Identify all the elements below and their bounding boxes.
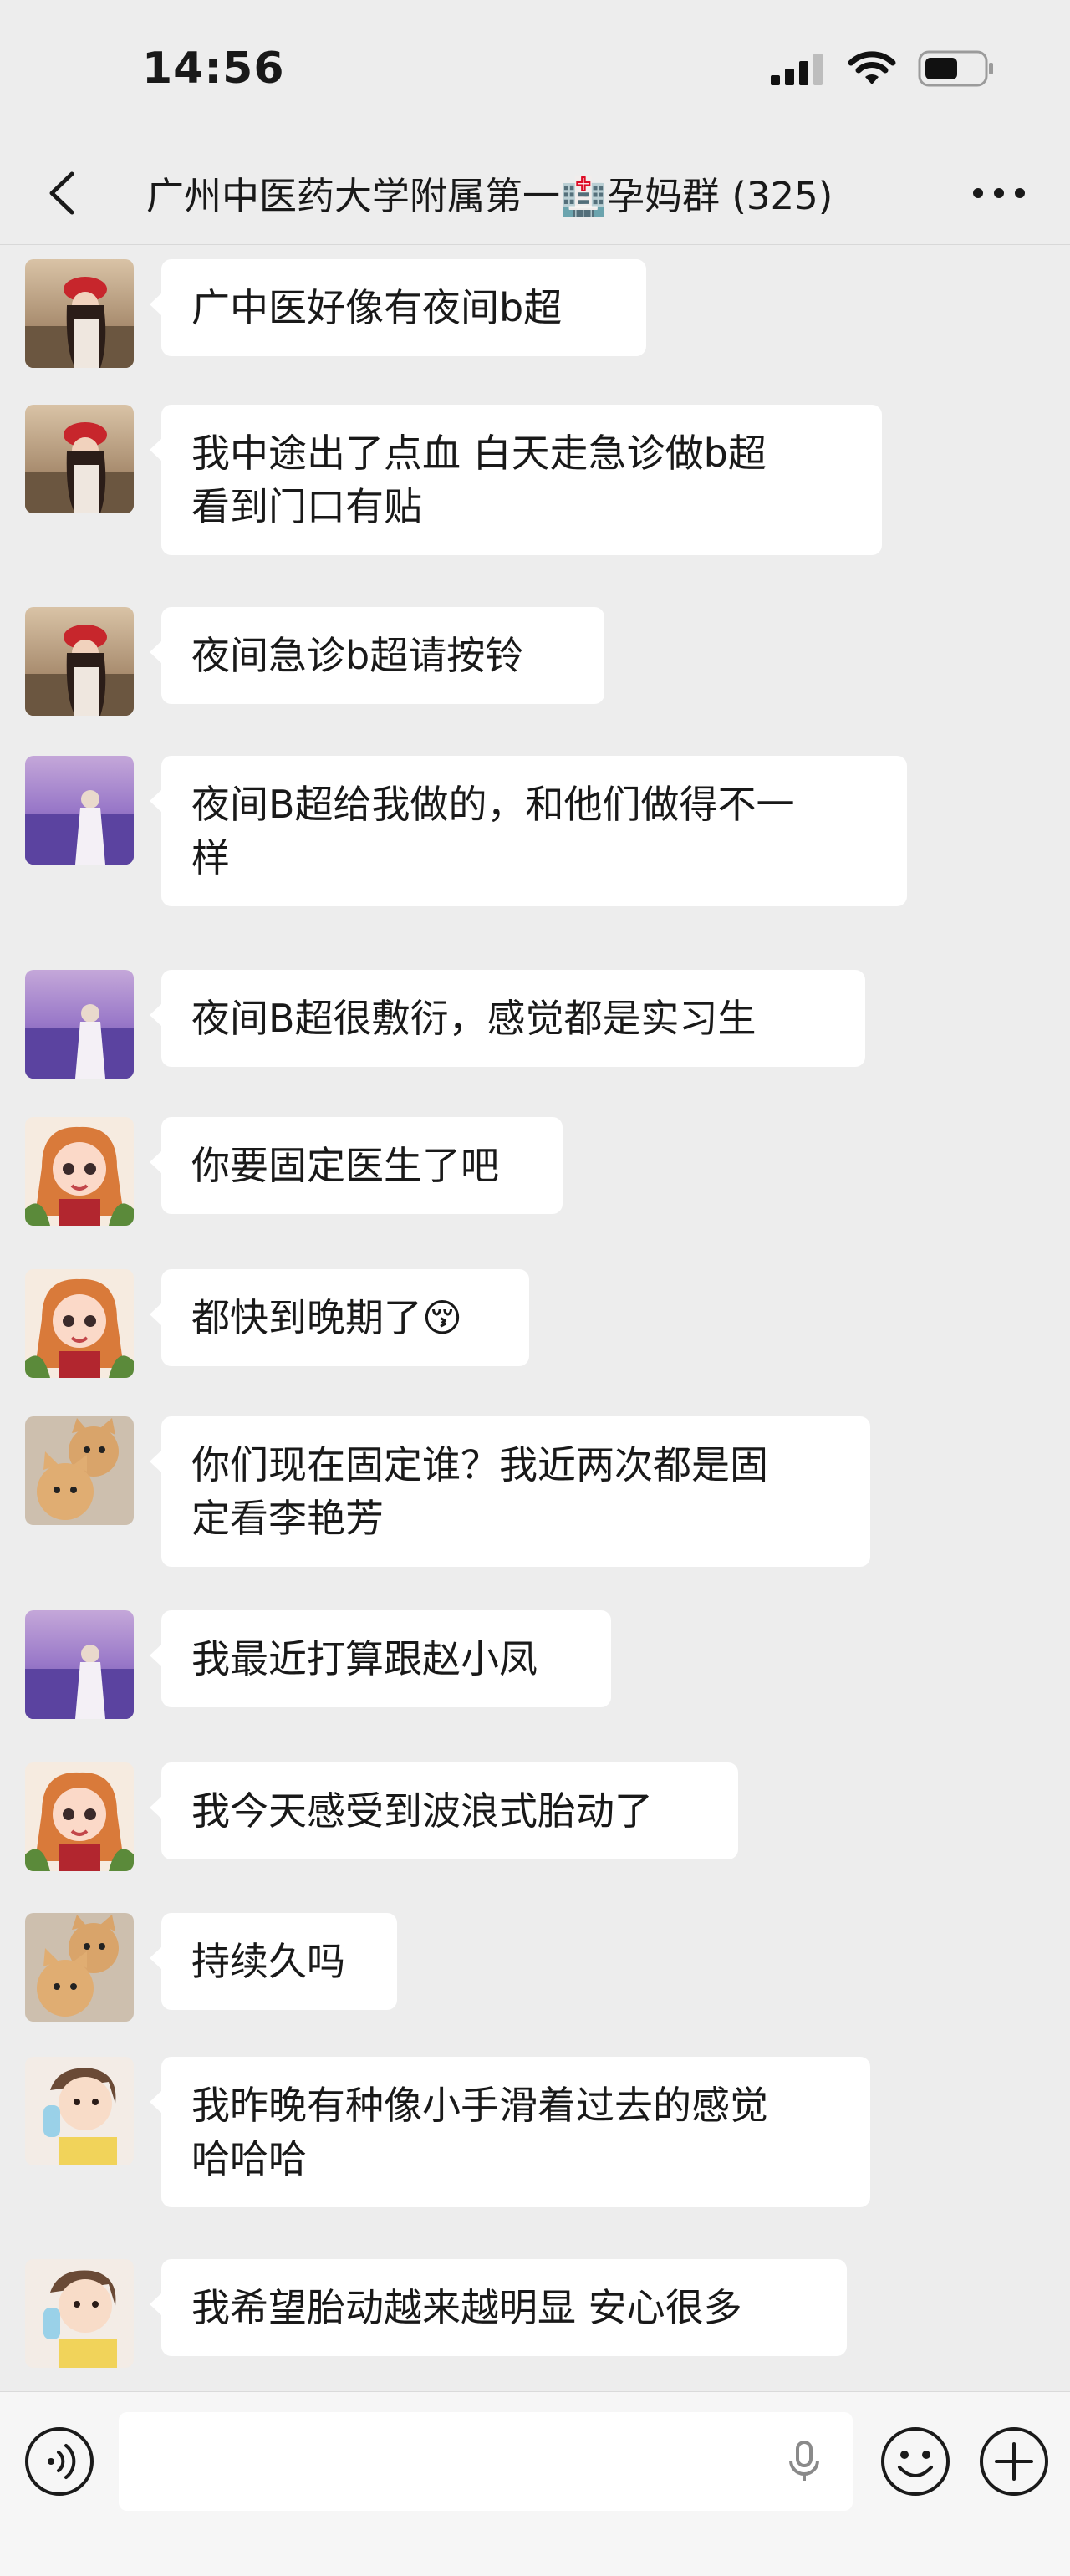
microphone-icon[interactable] [779, 2436, 829, 2486]
message-bubble[interactable]: 都快到晚期了😚 [150, 1269, 529, 1366]
message-text: 样 [191, 835, 230, 880]
back-arrow-icon[interactable] [35, 164, 94, 222]
status-bar: 14:56 [0, 0, 1070, 142]
plus-icon[interactable] [978, 2426, 1050, 2497]
message-text: 都快到晚期了😚 [191, 1295, 462, 1340]
message-text: 我今天感受到波浪式胎动了 [191, 1788, 653, 1834]
red-beret-girl-avatar[interactable] [25, 607, 134, 716]
signal-icon [771, 54, 823, 85]
voice-icon[interactable] [23, 2426, 95, 2497]
message-bubble[interactable]: 夜间B超很敷衍，感觉都是实习生 [150, 970, 865, 1067]
more-options-icon[interactable] [961, 164, 1037, 222]
message-text: 你们现在固定谁？我近两次都是固 [191, 1442, 768, 1487]
cartoon-girl-avatar[interactable] [25, 1117, 134, 1226]
message-bubble[interactable]: 我昨晚有种像小手滑着过去的感觉 哈哈哈 [150, 2057, 870, 2207]
message-input[interactable] [119, 2412, 853, 2511]
cats-avatar[interactable] [25, 1416, 134, 1525]
message-text: 我中途出了点血 白天走急诊做b超 [191, 431, 767, 476]
message-text: 你要固定医生了吧 [191, 1143, 499, 1188]
message-text: 我最近打算跟赵小凤 [191, 1636, 538, 1681]
baby-girl-avatar[interactable] [25, 2259, 134, 2368]
message-bubble[interactable]: 你们现在固定谁？我近两次都是固 定看李艳芳 [150, 1416, 870, 1567]
message-text: 看到门口有贴 [191, 484, 422, 529]
message-text: 夜间急诊b超请按铃 [191, 633, 524, 678]
message-text: 夜间B超给我做的，和他们做得不一 [191, 782, 795, 827]
message-text: 哈哈哈 [191, 2136, 307, 2181]
battery-icon [918, 50, 993, 87]
message-text: 广中医好像有夜间b超 [191, 285, 563, 330]
red-beret-girl-avatar[interactable] [25, 259, 134, 368]
message-text: 持续久吗 [191, 1939, 345, 1984]
message-text: 夜间B超很敷衍，感觉都是实习生 [191, 996, 757, 1041]
message-bubble[interactable]: 我中途出了点血 白天走急诊做b超 看到门口有贴 [150, 405, 882, 555]
lavender-field-avatar[interactable] [25, 970, 134, 1079]
cartoon-girl-avatar[interactable] [25, 1269, 134, 1378]
emoji-icon[interactable] [879, 2426, 951, 2497]
message-text: 定看李艳芳 [191, 1496, 384, 1541]
cartoon-girl-avatar[interactable] [25, 1762, 134, 1871]
chat-title: 广州中医药大学附属第一🏥孕妈群 (325) [146, 174, 833, 218]
message-bubble[interactable]: 夜间急诊b超请按铃 [150, 607, 604, 704]
message-bubble[interactable]: 我希望胎动越来越明显 安心很多 [150, 2259, 847, 2356]
message-bubble[interactable]: 夜间B超给我做的，和他们做得不一 样 [150, 756, 907, 906]
message-bubble[interactable]: 我今天感受到波浪式胎动了 [150, 1762, 738, 1859]
lavender-field-avatar[interactable] [25, 1610, 134, 1719]
status-icons [771, 50, 995, 87]
cats-avatar[interactable] [25, 1913, 134, 2022]
message-bubble[interactable]: 广中医好像有夜间b超 [150, 259, 646, 356]
chat-header: 广州中医药大学附属第一🏥孕妈群 (325) [0, 142, 1070, 245]
lavender-field-avatar[interactable] [25, 756, 134, 865]
message-text: 我昨晚有种像小手滑着过去的感觉 [191, 2083, 768, 2128]
message-text: 我希望胎动越来越明显 安心很多 [191, 2285, 742, 2330]
message-bubble[interactable]: 持续久吗 [150, 1913, 397, 2010]
chat-input-bar [0, 2391, 1070, 2576]
wifi-icon [848, 51, 896, 84]
status-time: 14:56 [142, 43, 285, 94]
baby-girl-avatar[interactable] [25, 2057, 134, 2165]
message-bubble[interactable]: 我最近打算跟赵小凤 [150, 1610, 611, 1707]
message-bubble[interactable]: 你要固定医生了吧 [150, 1117, 563, 1214]
red-beret-girl-avatar[interactable] [25, 405, 134, 513]
